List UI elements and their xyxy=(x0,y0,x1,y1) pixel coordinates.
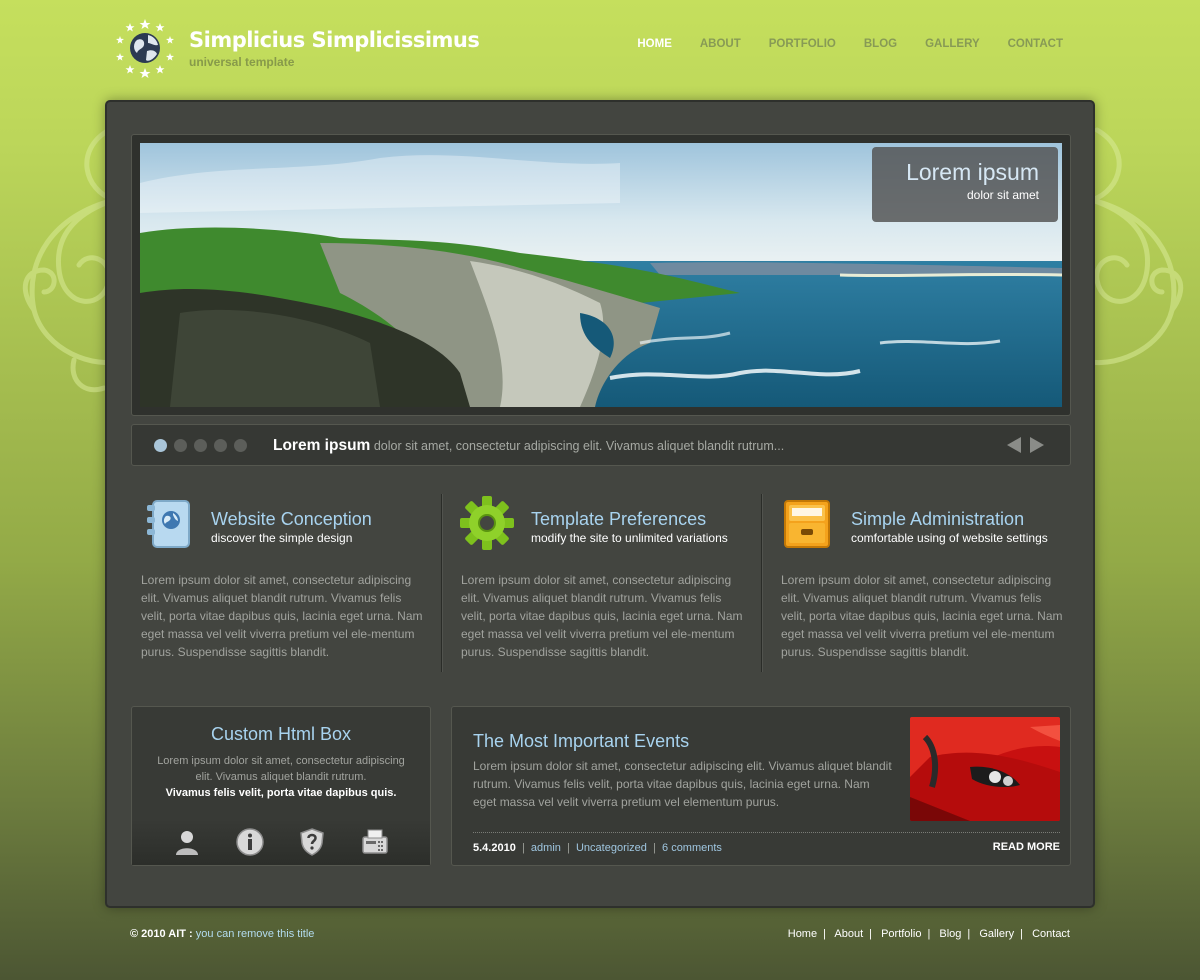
ticker-body: dolor sit amet, consectetur adipiscing e… xyxy=(373,439,785,453)
slide-caption-title: Lorem ipsum xyxy=(906,159,1039,185)
address-book-icon xyxy=(147,500,190,548)
custom-html-box: Custom Html Box Lorem ipsum dolor sit am… xyxy=(131,706,431,866)
red-car-image[interactable] xyxy=(910,717,1060,821)
slide-caption-subtitle: dolor sit amet xyxy=(966,188,1039,202)
event-category-link[interactable]: Uncategorized xyxy=(576,842,647,854)
nav-home[interactable]: HOME xyxy=(637,38,672,50)
site-logo[interactable]: Simplicius Simplicissimus universal temp… xyxy=(115,18,480,80)
site-subtitle: universal template xyxy=(189,55,295,69)
footer-link-portfolio[interactable]: Portfolio xyxy=(881,928,921,940)
footer-link-blog[interactable]: Blog xyxy=(939,928,961,940)
html-box-icons xyxy=(132,819,430,865)
slide-caption: Lorem ipsum dolor sit amet xyxy=(872,147,1058,222)
event-author-link[interactable]: admin xyxy=(531,842,561,854)
feature-subtitle: discover the simple design xyxy=(211,531,353,545)
copyright-text: © 2010 AIT : xyxy=(130,928,193,940)
fax-icon[interactable] xyxy=(360,827,390,857)
globe-stars-logo-icon xyxy=(116,19,174,78)
ticker-text: Lorem ipsum dolor sit amet, consectetur … xyxy=(273,437,784,455)
ticker-title: Lorem ipsum xyxy=(273,437,371,454)
gear-icon xyxy=(460,496,514,550)
html-box-text: Lorem ipsum dolor sit amet, consectetur … xyxy=(157,755,405,783)
nav-portfolio[interactable]: PORTFOLIO xyxy=(769,38,836,50)
slider-dot-2[interactable] xyxy=(174,439,187,452)
copyright-note: you can remove this title xyxy=(195,928,315,940)
content-panel: Lorem ipsum dolor sit amet Lorem ipsum d… xyxy=(105,100,1095,908)
site-title: Simplicius Simplicissimus xyxy=(189,28,480,52)
next-arrow-icon[interactable] xyxy=(1030,437,1044,453)
events-text: Lorem ipsum dolor sit amet, consectetur … xyxy=(473,759,892,809)
slider-dot-4[interactable] xyxy=(214,439,227,452)
info-icon[interactable] xyxy=(235,827,265,857)
events-title[interactable]: The Most Important Events xyxy=(473,731,689,752)
html-box-bold-text: Vivamus felis velit, porta vitae dapibus… xyxy=(165,787,397,799)
prev-arrow-icon[interactable] xyxy=(1007,437,1021,453)
slider-dot-1[interactable] xyxy=(154,439,167,452)
file-drawer-icon xyxy=(784,500,830,548)
event-date: 5.4.2010 xyxy=(473,842,516,854)
footer-link-gallery[interactable]: Gallery xyxy=(979,928,1014,940)
nav-contact[interactable]: CONTACT xyxy=(1008,38,1063,50)
read-more-link[interactable]: READ MORE xyxy=(993,841,1060,853)
footer-copyright: © 2010 AIT : you can remove this title xyxy=(130,928,314,940)
html-box-title: Custom Html Box xyxy=(210,724,352,744)
slider-dot-3[interactable] xyxy=(194,439,207,452)
feature-title: Template Preferences xyxy=(531,509,707,529)
feature-text: Lorem ipsum dolor sit amet, consectetur … xyxy=(461,573,743,659)
feature-subtitle: modify the site to unlimited variations xyxy=(531,531,728,545)
footer-link-contact[interactable]: Contact xyxy=(1032,928,1070,940)
main-nav: HOME ABOUT PORTFOLIO BLOG GALLERY CONTAC… xyxy=(609,38,1063,50)
nav-blog[interactable]: BLOG xyxy=(864,38,897,50)
image-slider[interactable]: Lorem ipsum dolor sit amet xyxy=(131,134,1071,416)
feature-title: Simple Administration xyxy=(851,509,1025,529)
nav-gallery[interactable]: GALLERY xyxy=(925,38,980,50)
footer-link-home[interactable]: Home xyxy=(788,928,817,940)
slider-pagination xyxy=(154,439,247,452)
footer-nav: Home | About | Portfolio | Blog | Gallery | C… xyxy=(787,928,1070,940)
events-box: The Most Important Events Lorem ipsum do… xyxy=(451,706,1071,866)
feature-title: Website Conception xyxy=(211,509,372,529)
slider-dot-5[interactable] xyxy=(234,439,247,452)
user-icon[interactable] xyxy=(172,827,202,857)
footer-link-about[interactable]: About xyxy=(834,928,863,940)
slider-ticker: Lorem ipsum dolor sit amet, consectetur … xyxy=(131,424,1071,466)
events-divider xyxy=(473,832,1060,833)
feature-text: Lorem ipsum dolor sit amet, consectetur … xyxy=(781,573,1063,659)
column-divider xyxy=(761,494,762,672)
shield-question-icon[interactable] xyxy=(297,827,327,857)
events-meta: 5.4.2010 | admin | Uncategorized | 6 com… xyxy=(473,842,722,854)
event-comments-link[interactable]: 6 comments xyxy=(662,842,722,854)
nav-about[interactable]: ABOUT xyxy=(700,38,741,50)
feature-subtitle: comfortable using of website settings xyxy=(851,531,1048,545)
feature-text: Lorem ipsum dolor sit amet, consectetur … xyxy=(141,573,423,659)
column-divider xyxy=(441,494,442,672)
